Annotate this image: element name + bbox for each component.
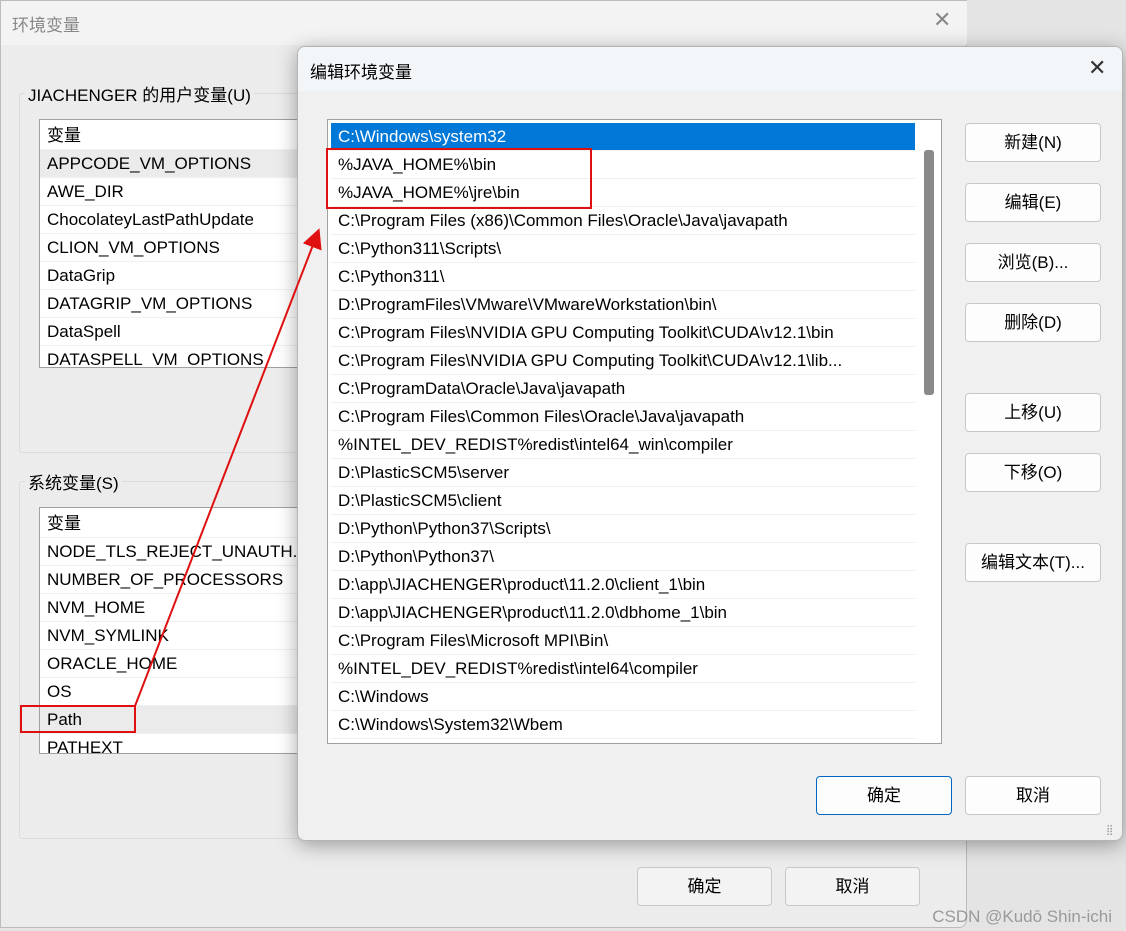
- arrow-annotation: [134, 228, 322, 707]
- annotation-overlay: [20, 148, 592, 733]
- highlight-path-row: [20, 705, 136, 733]
- watermark: CSDN @Kudō Shin-ichi: [932, 907, 1112, 926]
- highlight-java-entries: [326, 148, 592, 209]
